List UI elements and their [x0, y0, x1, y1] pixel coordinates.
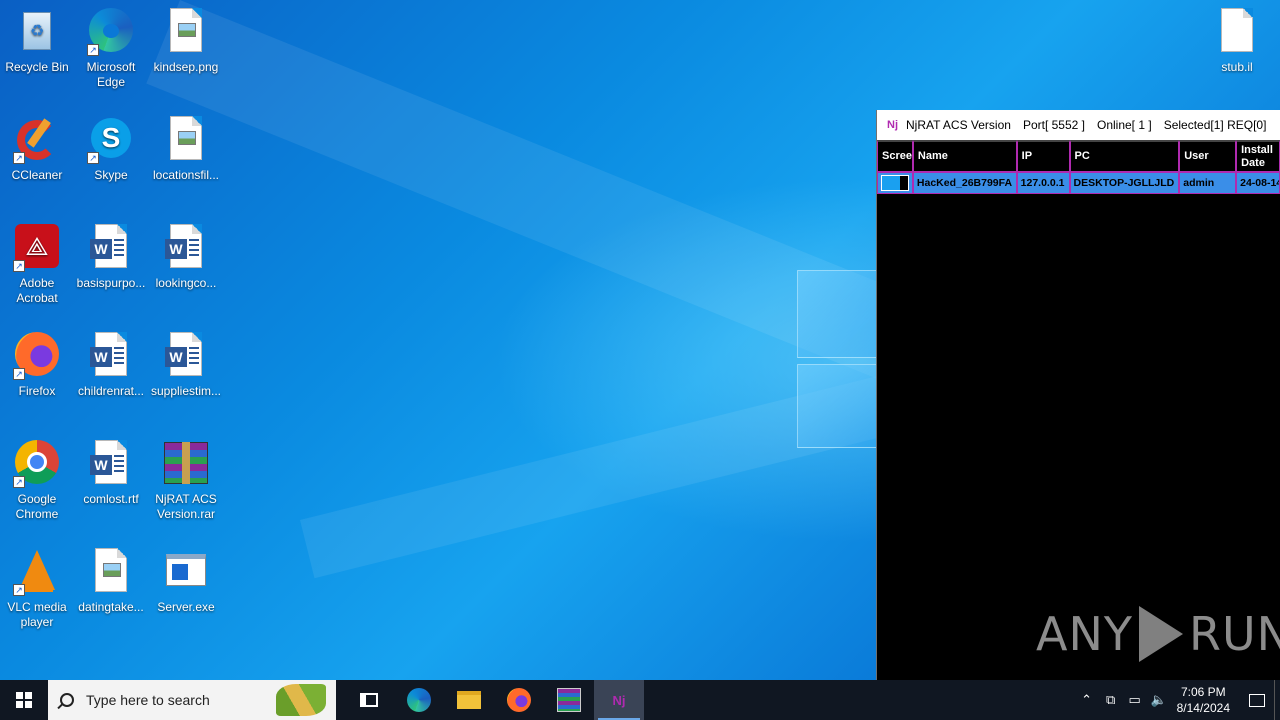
- taskbar-search-box[interactable]: Type here to search: [48, 680, 336, 720]
- taskbar-edge[interactable]: [394, 680, 444, 720]
- shortcut-arrow-icon: ↗: [13, 152, 25, 164]
- executable-icon: [162, 548, 210, 596]
- njrat-online: Online[ 1 ]: [1096, 118, 1152, 132]
- adobe-acrobat-icon: ⟁ ↗: [13, 224, 61, 272]
- njrat-icon: Nj: [612, 692, 626, 708]
- shortcut-arrow-icon: ↗: [13, 260, 25, 272]
- cell-pc: DESKTOP-JGLLJLD: [1069, 172, 1180, 194]
- column-header-pc[interactable]: PC: [1069, 140, 1180, 172]
- play-icon: [1138, 606, 1183, 662]
- winrar-icon: [557, 688, 581, 712]
- anyrun-watermark: ANY RUN: [1036, 606, 1280, 662]
- desktop-icon-word-doc[interactable]: W suppliestim...: [149, 332, 223, 399]
- edge-icon: ↗: [87, 8, 135, 56]
- shortcut-arrow-icon: ↗: [87, 152, 99, 164]
- desktop-icon-ccleaner[interactable]: ↗ CCleaner: [0, 116, 74, 183]
- image-file-icon: [87, 548, 135, 596]
- desktop-icon-image-file[interactable]: kindsep.png: [149, 8, 223, 75]
- desktop-icon-firefox[interactable]: ↗ Firefox: [0, 332, 74, 399]
- desktop-icon-word-doc[interactable]: W basispurpo...: [74, 224, 148, 291]
- ccleaner-icon: ↗: [13, 116, 61, 164]
- njrat-selected: Selected[1] REQ[0]: [1163, 118, 1267, 132]
- desktop-icon-adobe-acrobat[interactable]: ⟁ ↗ Adobe Acrobat: [0, 224, 74, 306]
- search-placeholder: Type here to search: [86, 692, 210, 708]
- cell-ip: 127.0.0.1: [1016, 172, 1070, 194]
- cell-install-date: 24-08-14: [1236, 172, 1280, 194]
- shortcut-arrow-icon: ↗: [87, 44, 99, 56]
- shortcut-arrow-icon: ↗: [13, 584, 25, 596]
- word-document-icon: W: [87, 440, 135, 488]
- desktop-icon-word-doc[interactable]: W lookingco...: [149, 224, 223, 291]
- screen-thumbnail: [877, 172, 913, 194]
- column-header-screen[interactable]: Screen: [877, 140, 913, 172]
- search-highlight-image: [276, 684, 326, 716]
- column-header-ip[interactable]: IP: [1016, 140, 1070, 172]
- clock-date: 8/14/2024: [1176, 701, 1230, 715]
- firefox-icon: [507, 688, 531, 712]
- word-document-icon: W: [162, 332, 210, 380]
- njrat-port: Port[ 5552 ]: [1022, 118, 1085, 132]
- blank-file-icon: [1213, 8, 1261, 56]
- chrome-icon: ↗: [13, 440, 61, 488]
- taskbar-winrar[interactable]: [544, 680, 594, 720]
- column-header-name[interactable]: Name: [912, 140, 1017, 172]
- column-header-install-date[interactable]: Install Date: [1236, 140, 1280, 172]
- windows-logo-icon: [16, 692, 32, 708]
- meet-now-icon[interactable]: ⧉: [1099, 692, 1123, 708]
- skype-icon: S ↗: [87, 116, 135, 164]
- njrat-titlebar[interactable]: Nj NjRAT ACS Version Port[ 5552 ] Online…: [877, 110, 1280, 140]
- desktop-icon-skype[interactable]: S ↗ Skype: [74, 116, 148, 183]
- word-document-icon: W: [87, 332, 135, 380]
- recycle-bin-icon: ♻: [13, 8, 61, 56]
- windows-logo-pane: [797, 270, 887, 358]
- clock[interactable]: 7:06 PM 8/14/2024: [1177, 684, 1230, 716]
- shortcut-arrow-icon: ↗: [13, 368, 25, 380]
- edge-icon: [407, 688, 431, 712]
- search-icon: [60, 693, 74, 707]
- system-tray: ⌃ ⧉ ▭ 🔈 7:06 PM 8/14/2024: [1075, 680, 1280, 720]
- task-view-button[interactable]: [344, 680, 394, 720]
- desktop-icon-executable[interactable]: Server.exe: [149, 548, 223, 615]
- shortcut-arrow-icon: ↗: [13, 476, 25, 488]
- word-document-icon: W: [87, 224, 135, 272]
- desktop-icon-word-doc[interactable]: W childrenrat...: [74, 332, 148, 399]
- taskbar-file-explorer[interactable]: [444, 680, 494, 720]
- desktop-icon-winrar-archive[interactable]: NjRAT ACS Version.rar: [149, 440, 223, 522]
- show-desktop-button[interactable]: [1274, 680, 1280, 720]
- windows-logo-pane: [797, 364, 887, 448]
- notification-icon[interactable]: [1240, 680, 1274, 720]
- chevron-up-icon[interactable]: ⌃: [1075, 692, 1099, 708]
- winrar-archive-icon: [162, 440, 210, 488]
- desktop-icon-recycle-bin[interactable]: ♻ Recycle Bin: [0, 8, 74, 75]
- taskbar-firefox[interactable]: [494, 680, 544, 720]
- task-view-icon: [360, 693, 378, 707]
- desktop-icon-google-chrome[interactable]: ↗ Google Chrome: [0, 440, 74, 522]
- clock-time: 7:06 PM: [1180, 685, 1226, 699]
- word-document-icon: W: [162, 224, 210, 272]
- desktop-icon-vlc[interactable]: ↗ VLC media player: [0, 548, 74, 630]
- firefox-icon: ↗: [13, 332, 61, 380]
- folder-icon: [457, 691, 481, 709]
- vlc-icon: ↗: [13, 548, 61, 596]
- desktop-icon-stub-file[interactable]: stub.il: [1200, 8, 1274, 75]
- table-row[interactable]: HacKed_26B799FA 127.0.0.1 DESKTOP-JGLLJL…: [877, 172, 1280, 194]
- image-file-icon: [162, 8, 210, 56]
- njrat-logo-icon: Nj: [887, 119, 898, 131]
- desktop-icon-microsoft-edge[interactable]: ↗ Microsoft Edge: [74, 8, 148, 90]
- taskbar-njrat[interactable]: Nj: [594, 680, 644, 720]
- column-header-user[interactable]: User: [1179, 140, 1237, 172]
- njrat-title: NjRAT ACS Version: [906, 118, 1011, 132]
- volume-icon[interactable]: 🔈: [1147, 692, 1171, 708]
- desktop-icon-image-file[interactable]: locationsfil...: [149, 116, 223, 183]
- start-button[interactable]: [0, 680, 48, 720]
- cell-name: HacKed_26B799FA: [912, 172, 1017, 194]
- cell-user: admin: [1179, 172, 1237, 194]
- victim-table-header: Screen Name IP PC User Install Date: [877, 140, 1280, 172]
- image-file-icon: [162, 116, 210, 164]
- taskbar: Type here to search Nj ⌃ ⧉ ▭ 🔈 7:06 PM 8…: [0, 680, 1280, 720]
- desktop-icon-rtf-doc[interactable]: W comlost.rtf: [74, 440, 148, 507]
- desktop-icon-image-file[interactable]: datingtake...: [74, 548, 148, 615]
- network-icon[interactable]: ▭: [1123, 692, 1147, 708]
